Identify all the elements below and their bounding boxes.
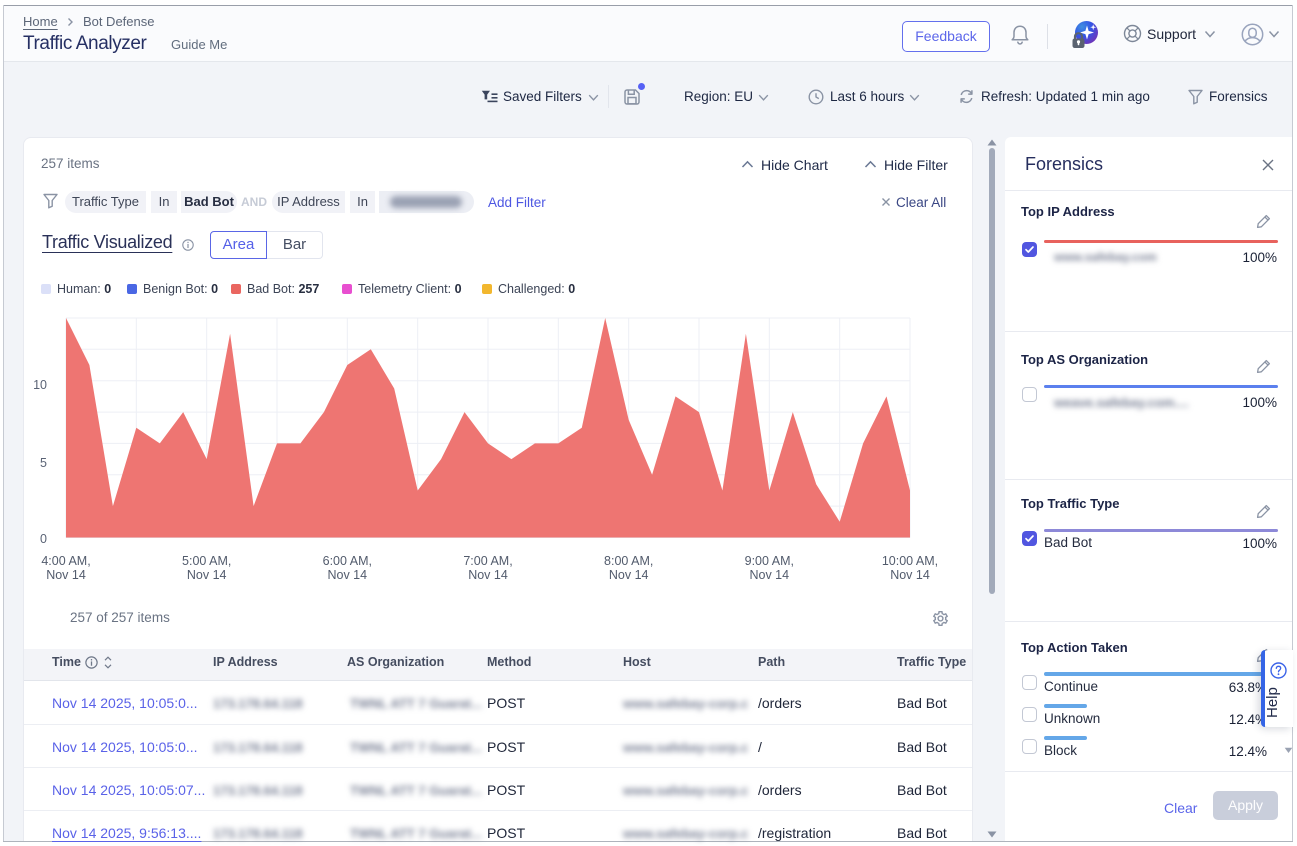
- svg-text:10:00 AM,: 10:00 AM,: [882, 554, 938, 568]
- svg-text:Nov 14: Nov 14: [187, 568, 227, 582]
- svg-text:Nov 14: Nov 14: [468, 568, 508, 582]
- svg-text:5: 5: [40, 456, 47, 470]
- svg-text:9:00 AM,: 9:00 AM,: [745, 554, 794, 568]
- svg-text:Nov 14: Nov 14: [609, 568, 649, 582]
- svg-text:4:00 AM,: 4:00 AM,: [41, 554, 90, 568]
- svg-text:10: 10: [33, 378, 47, 392]
- svg-text:Nov 14: Nov 14: [890, 568, 930, 582]
- svg-text:8:00 AM,: 8:00 AM,: [604, 554, 653, 568]
- svg-text:Nov 14: Nov 14: [749, 568, 789, 582]
- svg-text:Nov 14: Nov 14: [327, 568, 367, 582]
- svg-text:Nov 14: Nov 14: [46, 568, 86, 582]
- svg-text:6:00 AM,: 6:00 AM,: [323, 554, 372, 568]
- svg-text:0: 0: [40, 532, 47, 546]
- svg-text:5:00 AM,: 5:00 AM,: [182, 554, 231, 568]
- svg-text:7:00 AM,: 7:00 AM,: [463, 554, 512, 568]
